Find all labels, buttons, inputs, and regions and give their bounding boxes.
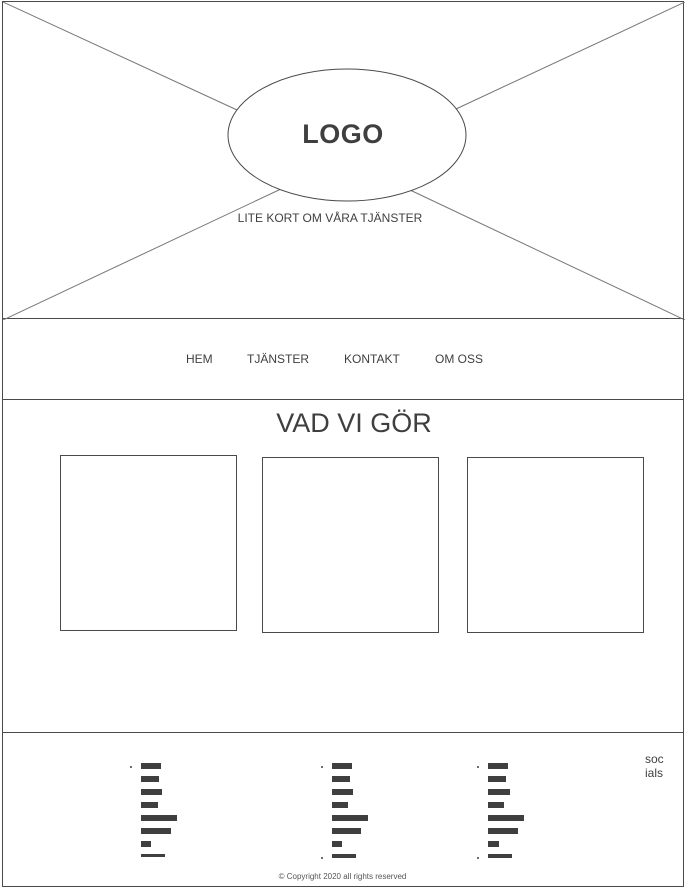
footer-link-placeholder[interactable]	[332, 828, 361, 834]
footer-link-placeholder[interactable]	[488, 776, 506, 782]
footer-link-placeholder[interactable]	[488, 802, 504, 808]
footer-link-placeholder[interactable]	[488, 828, 518, 834]
hero-image-placeholder	[3, 2, 685, 320]
tagline: LITE KORT OM VÅRA TJÄNSTER	[3, 211, 683, 225]
main-nav: HEM TJÄNSTER KONTAKT OM OSS	[2, 319, 684, 400]
footer-link-placeholder[interactable]	[141, 763, 161, 769]
nav-item-kontakt[interactable]: KONTAKT	[344, 352, 400, 366]
footer-link-placeholder[interactable]	[488, 815, 524, 821]
tagline-text: LITE KORT OM VÅRA TJÄNSTER	[237, 211, 423, 225]
footer-link-placeholder[interactable]	[332, 854, 356, 858]
footer-link-placeholder[interactable]	[141, 828, 171, 834]
list-bullet	[321, 766, 323, 768]
footer-link-placeholder[interactable]	[488, 841, 499, 847]
service-card	[467, 457, 644, 633]
hero-banner: LOGO LITE KORT OM VÅRA TJÄNSTER	[2, 1, 685, 320]
footer-link-placeholder[interactable]	[141, 776, 159, 782]
footer-link-placeholder[interactable]	[332, 802, 348, 808]
nav-item-tjanster[interactable]: TJÄNSTER	[247, 352, 309, 366]
footer-link-placeholder[interactable]	[332, 763, 352, 769]
section-title: VAD VI GÖR	[3, 408, 683, 439]
footer-link-placeholder[interactable]	[332, 841, 342, 847]
footer	[2, 732, 684, 887]
logo: LOGO	[3, 119, 683, 150]
service-card	[262, 457, 439, 633]
footer-link-placeholder[interactable]	[332, 789, 353, 795]
list-bullet	[477, 766, 479, 768]
nav-item-om-oss[interactable]: OM OSS	[435, 352, 483, 366]
footer-link-placeholder[interactable]	[332, 776, 350, 782]
copyright-text: © Copyright 2020 all rights reserved	[278, 872, 407, 881]
footer-link-placeholder[interactable]	[488, 763, 508, 769]
footer-link-placeholder[interactable]	[141, 789, 162, 795]
footer-link-placeholder[interactable]	[488, 789, 510, 795]
list-bullet	[477, 857, 479, 859]
footer-link-placeholder[interactable]	[141, 841, 151, 847]
nav-item-hem[interactable]: HEM	[186, 352, 213, 366]
service-card	[60, 455, 237, 631]
list-bullet	[321, 857, 323, 859]
footer-link-placeholder[interactable]	[141, 854, 165, 857]
footer-link-placeholder[interactable]	[141, 815, 177, 821]
footer-link-placeholder[interactable]	[332, 815, 368, 821]
list-bullet	[130, 766, 132, 768]
socials-placeholder: socials	[645, 752, 664, 780]
footer-link-placeholder[interactable]	[488, 854, 512, 858]
footer-link-placeholder[interactable]	[141, 802, 158, 808]
section-title-text: VAD VI GÖR	[276, 408, 432, 438]
services-section: VAD VI GÖR	[2, 399, 684, 733]
logo-text: LOGO	[302, 119, 384, 149]
